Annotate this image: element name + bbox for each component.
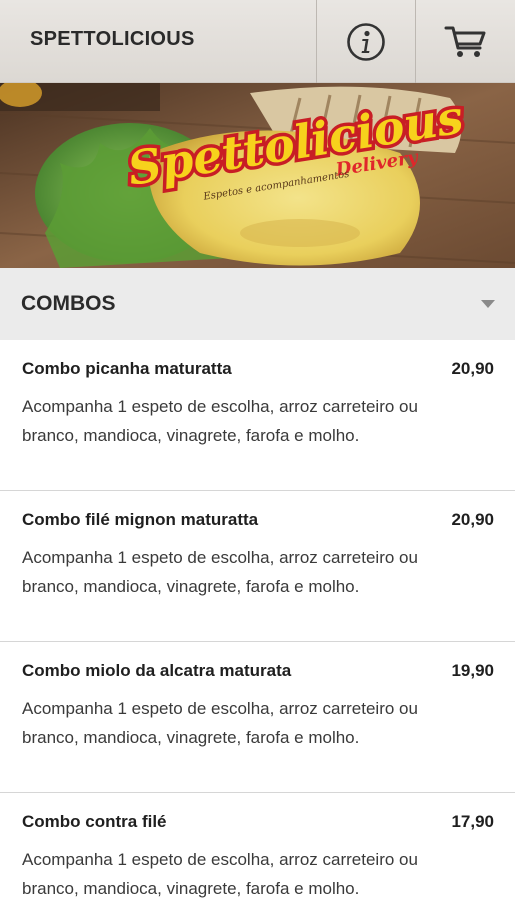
product-name: Combo contra filé bbox=[22, 812, 167, 831]
product-price: 17,90 bbox=[451, 812, 494, 831]
list-item[interactable]: Combo filé mignon maturatta 20,90 Acompa… bbox=[0, 491, 515, 642]
product-name: Combo picanha maturatta bbox=[22, 359, 232, 378]
product-price: 19,90 bbox=[451, 661, 494, 680]
list-item[interactable]: Combo miolo da alcatra maturata 19,90 Ac… bbox=[0, 642, 515, 793]
top-bar: SPETTOLICIOUS bbox=[0, 0, 515, 83]
category-title: COMBOS bbox=[21, 292, 116, 315]
product-description: Acompanha 1 espeto de escolha, arroz car… bbox=[22, 397, 418, 445]
product-price: 20,90 bbox=[451, 359, 494, 378]
category-header-combos[interactable]: COMBOS bbox=[0, 268, 515, 340]
product-description: Acompanha 1 espeto de escolha, arroz car… bbox=[22, 548, 418, 596]
info-icon bbox=[347, 22, 385, 61]
info-button[interactable] bbox=[317, 0, 415, 83]
banner-image: Spettolicious Delivery Espetos e acompan… bbox=[0, 83, 515, 268]
product-price: 20,90 bbox=[451, 510, 494, 529]
cart-icon bbox=[444, 26, 485, 57]
product-description: Acompanha 1 espeto de escolha, arroz car… bbox=[22, 699, 418, 747]
app-screen: SPETTOLICIOUS Spettolicious Delivery Esp… bbox=[0, 0, 515, 900]
hero-banner: Spettolicious Delivery Espetos e acompan… bbox=[0, 83, 515, 268]
product-description: Acompanha 1 espeto de escolha, arroz car… bbox=[22, 850, 418, 898]
caret-down-icon[interactable] bbox=[481, 300, 495, 308]
app-title: SPETTOLICIOUS bbox=[30, 28, 195, 50]
list-item[interactable]: Combo picanha maturatta 20,90 Acompanha … bbox=[0, 340, 515, 491]
cart-button[interactable] bbox=[416, 0, 515, 83]
product-name: Combo filé mignon maturatta bbox=[22, 510, 259, 529]
product-list: Combo picanha maturatta 20,90 Acompanha … bbox=[0, 340, 515, 900]
product-name: Combo miolo da alcatra maturata bbox=[22, 661, 292, 680]
list-item[interactable]: Combo contra filé 17,90 Acompanha 1 espe… bbox=[0, 793, 515, 900]
